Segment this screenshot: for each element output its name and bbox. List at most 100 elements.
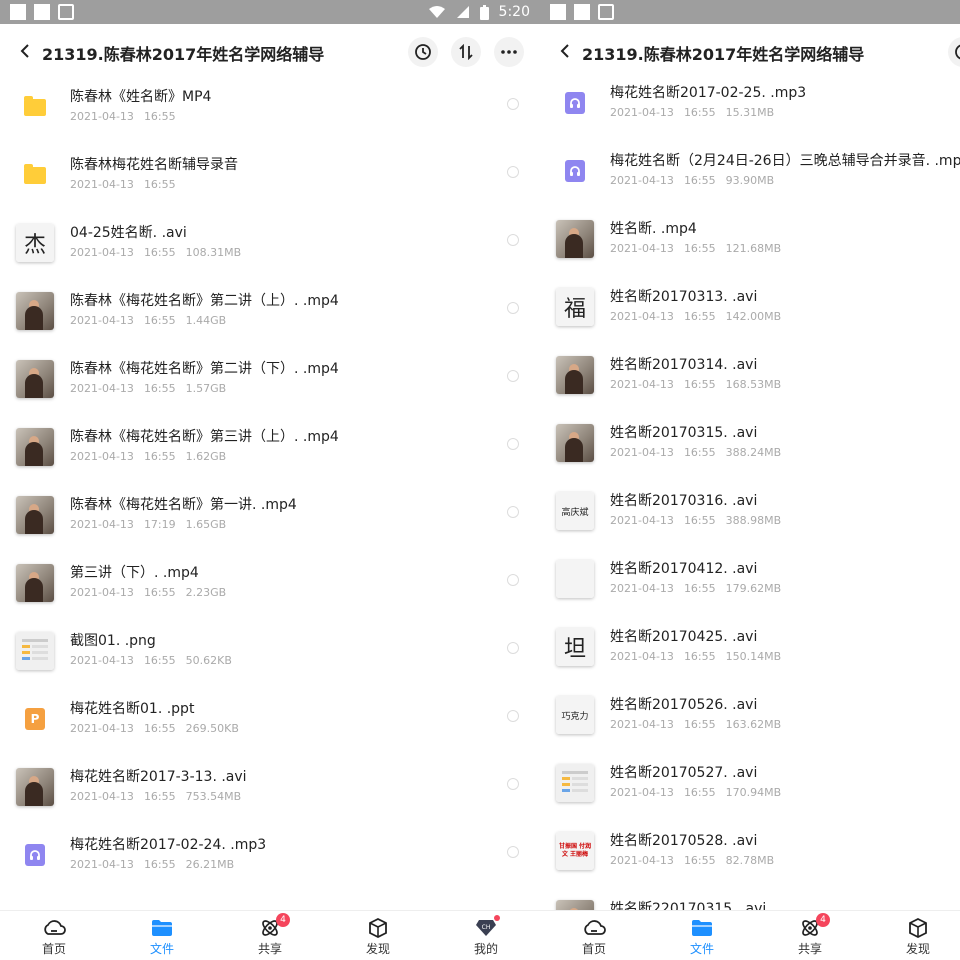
file-row[interactable]: 坦姓名断20170425. .avi 2021-04-13 16:55 150.14M… bbox=[540, 620, 960, 688]
file-name: 姓名断20170314. .avi bbox=[610, 357, 758, 373]
file-date: 2021-04-13 bbox=[70, 586, 134, 599]
file-row[interactable]: 姓名断20170527. .avi 2021-04-13 16:55 170.94MB bbox=[540, 756, 960, 824]
sort-button[interactable] bbox=[451, 37, 481, 67]
back-button[interactable] bbox=[554, 40, 576, 62]
cloud-home-icon bbox=[564, 917, 624, 939]
file-row[interactable]: P 梅花姓名断01. .ppt 2021-04-13 16:55 269.50KB bbox=[0, 692, 540, 760]
select-radio[interactable] bbox=[507, 778, 519, 790]
file-date: 2021-04-13 bbox=[70, 110, 134, 123]
select-radio[interactable] bbox=[507, 370, 519, 382]
select-radio[interactable] bbox=[507, 574, 519, 586]
file-date: 2021-04-13 bbox=[70, 314, 134, 327]
file-name: 姓名断20170528. .avi bbox=[610, 833, 758, 849]
select-radio[interactable] bbox=[507, 846, 519, 858]
file-thumbnail bbox=[556, 220, 594, 258]
image-notification-icon bbox=[598, 4, 614, 20]
select-radio[interactable] bbox=[507, 710, 519, 722]
video-thumbnail bbox=[556, 900, 594, 910]
cube-discover-icon bbox=[348, 917, 408, 939]
file-row[interactable]: 杰 04-25姓名断. .avi 2021-04-13 16:55 108.31MB bbox=[0, 216, 540, 284]
file-time: 16:55 bbox=[143, 654, 176, 667]
tab-cube-discover[interactable]: 发现 bbox=[348, 917, 408, 957]
file-row[interactable]: 陈春林《梅花姓名断》第二讲（上）. .mp4 2021-04-13 16:55 1.4… bbox=[0, 284, 540, 352]
file-thumbnail: 福 bbox=[556, 288, 594, 326]
file-row[interactable]: 陈春林《姓名断》MP4 2021-04-13 16:55 bbox=[0, 80, 540, 148]
file-date: 2021-04-13 bbox=[70, 858, 134, 871]
file-row[interactable]: 梅花姓名断2017-02-24. .mp3 2021-04-13 16:55 26.2… bbox=[0, 828, 540, 896]
file-name: 梅花姓名断2017-02-24. .mp3 bbox=[70, 837, 267, 853]
file-row[interactable]: 梅花姓名断2017-3-13. .avi 2021-04-13 16:55 753.5… bbox=[0, 760, 540, 828]
file-row[interactable]: 姓名断20170315. .avi 2021-04-13 16:55 388.24MB bbox=[540, 416, 960, 484]
video-thumbnail bbox=[16, 292, 54, 330]
file-meta: 2021-04-13 16:55 2.23GB bbox=[70, 586, 236, 599]
tab-cloud-home[interactable]: 首页 bbox=[24, 917, 84, 957]
file-row[interactable]: 姓名断20170412. .avi 2021-04-13 16:55 179.62MB bbox=[540, 552, 960, 620]
tab-atom-share[interactable]: 4 共享 bbox=[780, 913, 840, 957]
status-bar bbox=[540, 0, 960, 24]
select-radio[interactable] bbox=[507, 98, 519, 110]
file-row[interactable]: 姓名断220170315. .avi bbox=[540, 892, 960, 910]
more-button[interactable] bbox=[494, 37, 524, 67]
file-date: 2021-04-13 bbox=[610, 786, 674, 799]
file-row[interactable]: 第三讲（下）. .mp4 2021-04-13 16:55 2.23GB bbox=[0, 556, 540, 624]
left-screen: 5:20 21319.陈春林2017年姓名学网络辅导 陈春林《姓名断》MP4 20… bbox=[0, 0, 540, 960]
file-thumbnail: 高庆斌 bbox=[556, 492, 594, 530]
tab-cube-discover[interactable]: 发现 bbox=[888, 917, 948, 957]
file-row[interactable]: 福姓名断20170313. .avi 2021-04-13 16:55 142.00M… bbox=[540, 280, 960, 348]
file-meta: 2021-04-13 16:55 121.68MB bbox=[610, 242, 791, 255]
file-date: 2021-04-13 bbox=[70, 654, 134, 667]
history-button[interactable] bbox=[408, 37, 438, 67]
file-meta: 2021-04-13 16:55 15.31MB bbox=[610, 106, 784, 119]
tab-profile-diamond[interactable]: CH 我的 bbox=[456, 915, 516, 957]
character-thumbnail: 高庆斌 bbox=[556, 492, 594, 530]
select-radio[interactable] bbox=[507, 302, 519, 314]
file-size: 163.62MB bbox=[725, 718, 782, 731]
file-thumbnail bbox=[16, 496, 54, 534]
file-meta: 2021-04-13 16:55 1.62GB bbox=[70, 450, 236, 463]
file-row[interactable]: 甘振国 付润文 王丽梅 姓名断20170528. .avi 2021-04-13 16… bbox=[540, 824, 960, 892]
file-row[interactable]: 陈春林《梅花姓名断》第三讲（上）. .mp4 2021-04-13 16:55 1.6… bbox=[0, 420, 540, 488]
history-icon bbox=[955, 44, 960, 60]
tab-folder-tab[interactable]: 文件 bbox=[132, 917, 192, 957]
notification-icon bbox=[34, 4, 50, 20]
file-row[interactable]: 梅花姓名断2017-02-25. .mp3 2021-04-13 16:55 15.3… bbox=[540, 76, 960, 144]
file-size: 1.57GB bbox=[185, 382, 227, 395]
profile-diamond-icon: CH bbox=[456, 915, 516, 939]
back-button[interactable] bbox=[14, 40, 36, 62]
tab-atom-share[interactable]: 4 共享 bbox=[240, 913, 300, 957]
file-row[interactable]: 姓名断20170314. .avi 2021-04-13 16:55 168.53MB bbox=[540, 348, 960, 416]
tab-cloud-home[interactable]: 首页 bbox=[564, 917, 624, 957]
file-meta: 2021-04-13 16:55 388.98MB bbox=[610, 514, 791, 527]
file-thumbnail bbox=[556, 764, 594, 802]
file-thumbnail bbox=[16, 768, 54, 806]
file-row[interactable]: 陈春林《梅花姓名断》第一讲. .mp4 2021-04-13 17:19 1.65GB bbox=[0, 488, 540, 556]
file-row[interactable]: 陈春林梅花姓名断辅导录音 2021-04-13 16:55 bbox=[0, 148, 540, 216]
select-radio[interactable] bbox=[507, 234, 519, 246]
screenshot-thumbnail bbox=[16, 632, 54, 670]
history-button[interactable] bbox=[948, 37, 960, 67]
select-radio[interactable] bbox=[507, 166, 519, 178]
file-thumbnail bbox=[556, 84, 594, 122]
file-meta: 2021-04-13 16:55 170.94MB bbox=[610, 786, 791, 799]
file-time: 16:55 bbox=[683, 378, 716, 391]
file-row[interactable]: 姓名断. .mp4 2021-04-13 16:55 121.68MB bbox=[540, 212, 960, 280]
tab-label: 我的 bbox=[473, 942, 498, 956]
right-screen: 21319.陈春林2017年姓名学网络辅导 梅花姓名断2017-02-25. .… bbox=[540, 0, 960, 960]
file-row[interactable]: 巧克力 姓名断20170526. .avi 2021-04-13 16:55 163.6… bbox=[540, 688, 960, 756]
tab-folder-tab[interactable]: 文件 bbox=[672, 917, 732, 957]
file-row[interactable]: 梅花姓名断（2月24日-26日）三晚总辅导合并录音. .mp3 2021-04-1… bbox=[540, 144, 960, 212]
character-thumbnail: 福 bbox=[556, 288, 594, 326]
file-row[interactable]: 截图01. .png 2021-04-13 16:55 50.62KB bbox=[0, 624, 540, 692]
file-name: 04-25姓名断. .avi bbox=[70, 225, 187, 241]
folder-icon bbox=[24, 163, 46, 184]
file-meta: 2021-04-13 16:55 26.21MB bbox=[70, 858, 244, 871]
file-time: 16:55 bbox=[143, 450, 176, 463]
select-radio[interactable] bbox=[507, 642, 519, 654]
select-radio[interactable] bbox=[507, 506, 519, 518]
tab-label: 首页 bbox=[581, 942, 606, 956]
select-radio[interactable] bbox=[507, 438, 519, 450]
file-time: 16:55 bbox=[683, 106, 716, 119]
file-row[interactable]: 高庆斌 姓名断20170316. .avi 2021-04-13 16:55 388.9… bbox=[540, 484, 960, 552]
file-thumbnail bbox=[16, 428, 54, 466]
file-row[interactable]: 陈春林《梅花姓名断》第二讲（下）. .mp4 2021-04-13 16:55 1.5… bbox=[0, 352, 540, 420]
